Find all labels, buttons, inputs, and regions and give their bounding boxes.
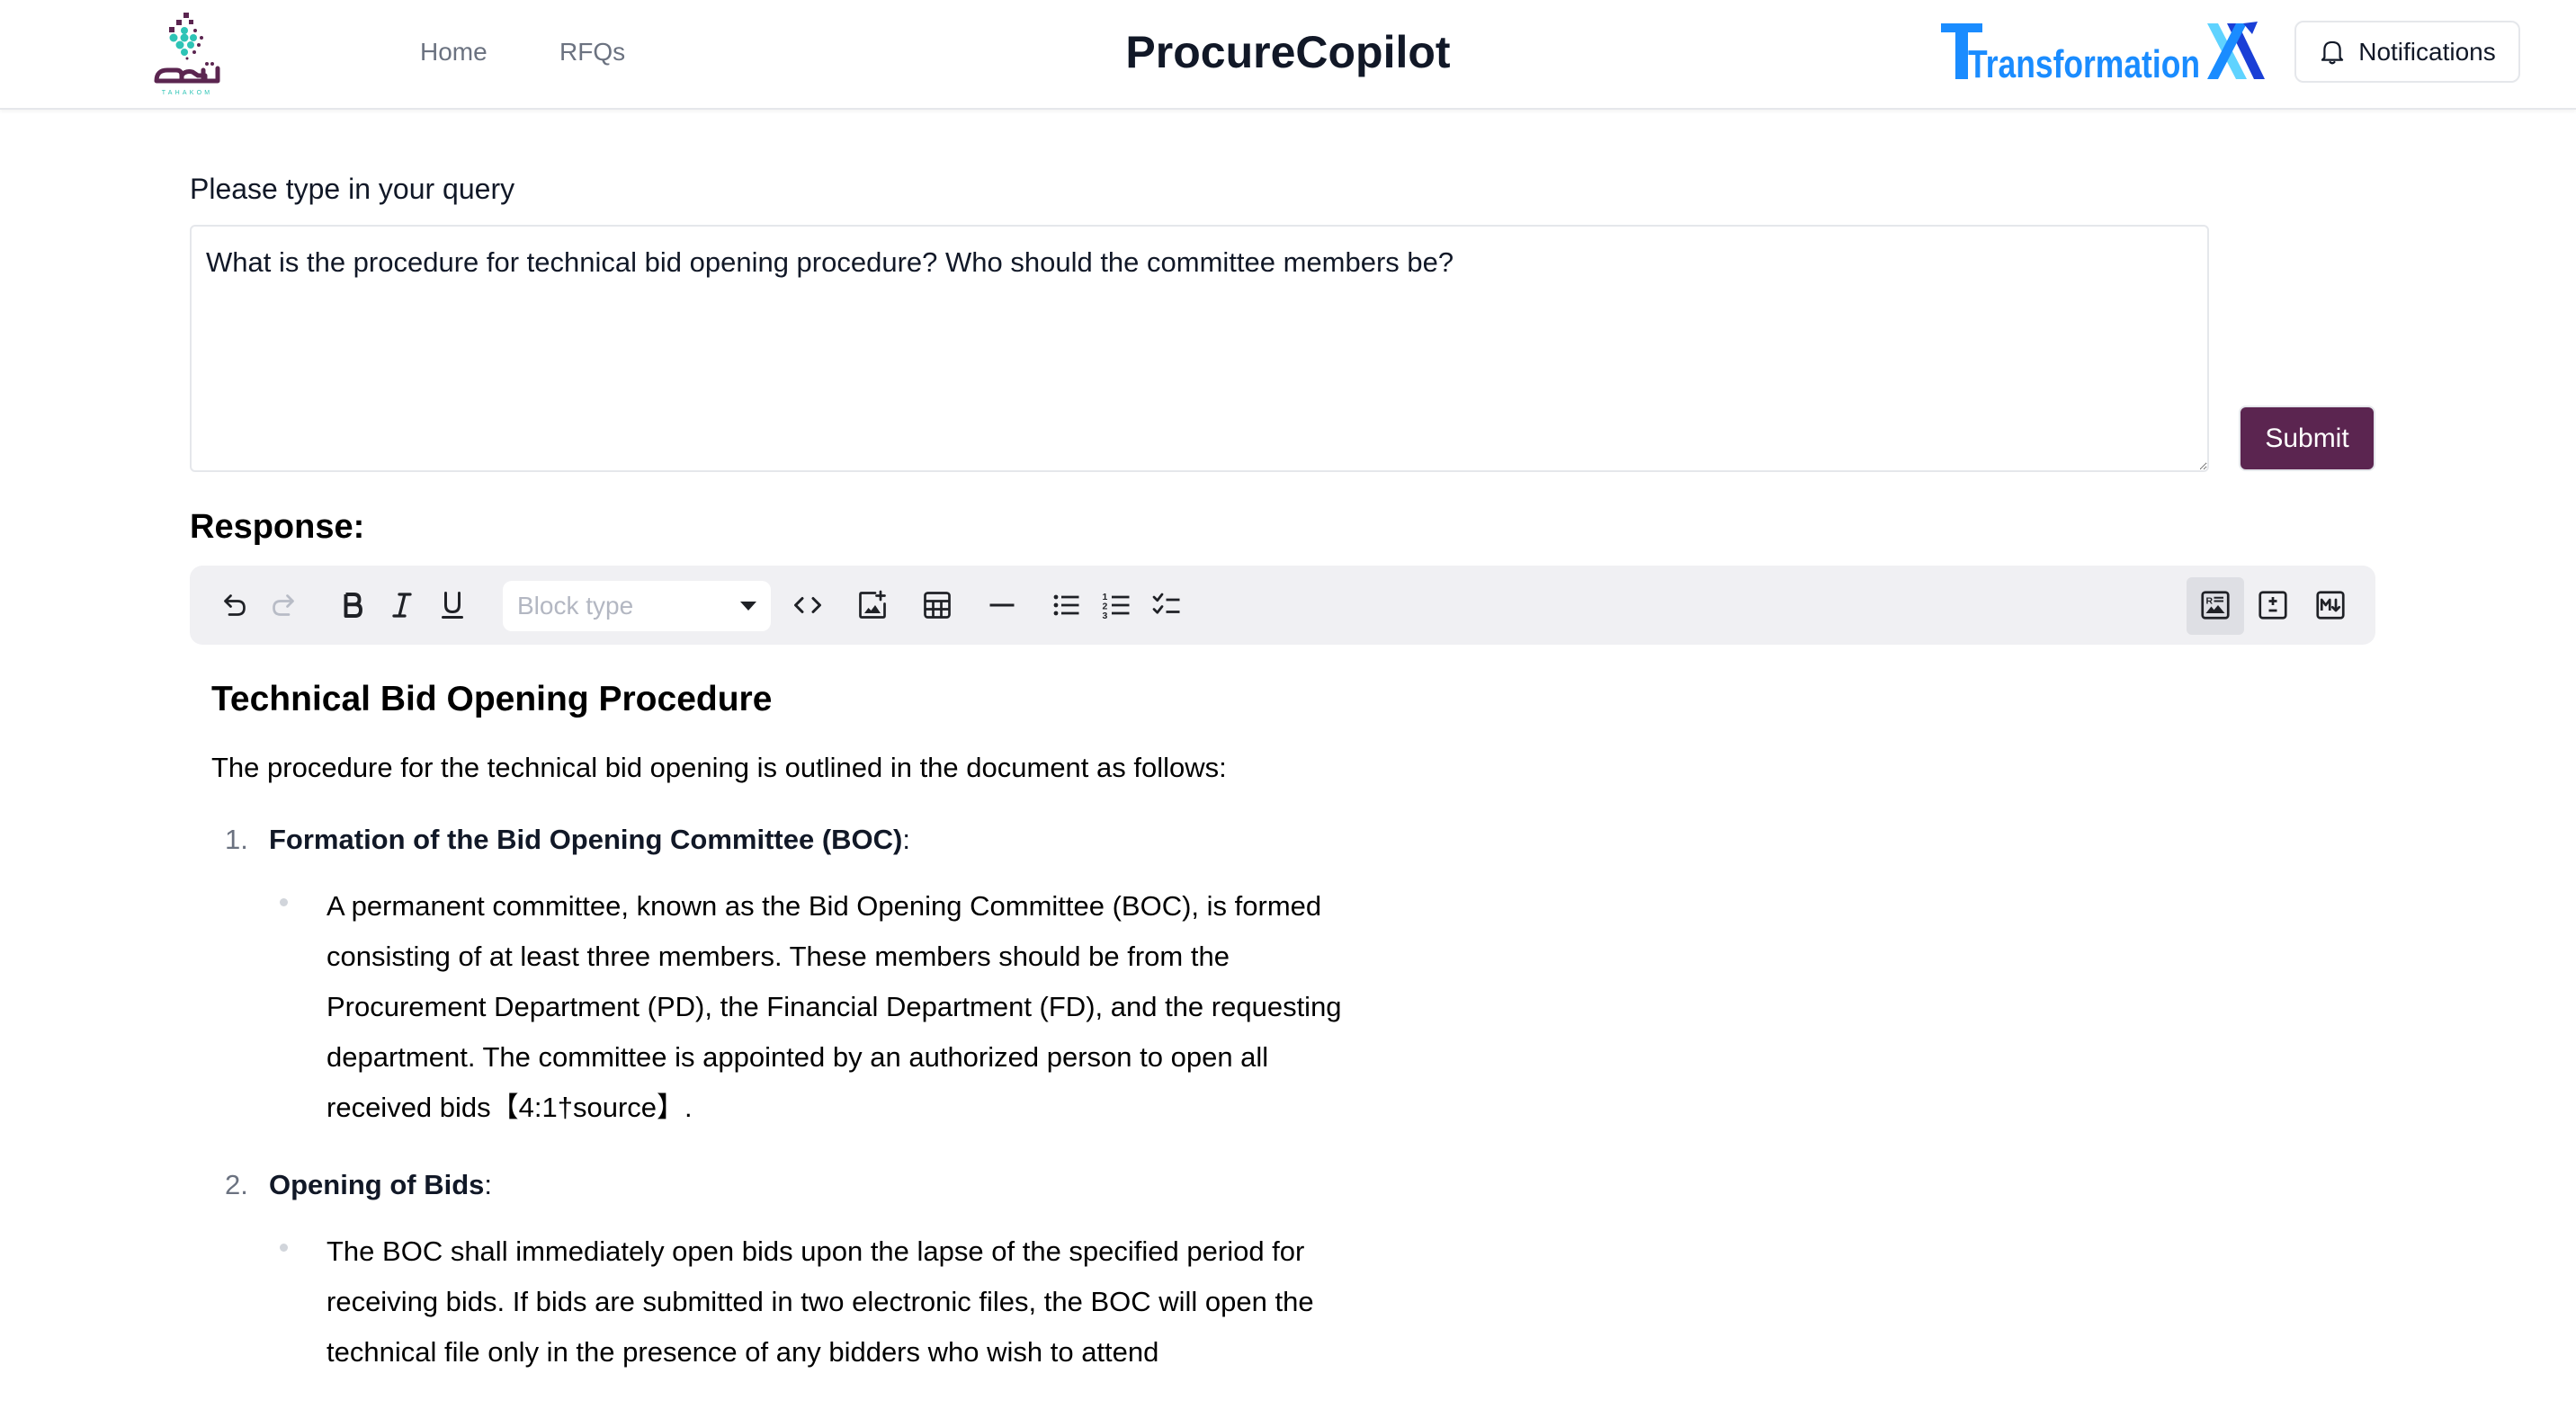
step-bullet: The BOC shall immediately open bids upon… — [269, 1226, 1381, 1378]
numbered-list-button[interactable]: 123 — [1097, 585, 1137, 625]
table-icon — [924, 592, 951, 619]
code-block-button[interactable] — [788, 585, 827, 625]
bold-button[interactable] — [333, 585, 372, 625]
response-heading: Response: — [190, 508, 365, 546]
step-title: Formation of the Bid Opening Committee (… — [269, 824, 903, 855]
step-heading: Opening of Bids: — [269, 1165, 1381, 1205]
response-document[interactable]: Technical Bid Opening Procedure The proc… — [211, 665, 1381, 1378]
step-title-suffix: : — [484, 1169, 492, 1200]
step-heading: Formation of the Bid Opening Committee (… — [269, 820, 1381, 860]
insert-table-button[interactable] — [917, 585, 957, 625]
chevron-down-icon — [740, 602, 756, 611]
transformation-x-logo: Transformation — [1941, 22, 2265, 86]
procedure-step: 1. Formation of the Bid Opening Committe… — [211, 820, 1381, 1133]
code-icon — [794, 597, 821, 613]
svg-text:3: 3 — [1103, 611, 1108, 621]
step-number: 1. — [225, 824, 248, 855]
nav-rfqs-link[interactable]: RFQs — [559, 36, 625, 68]
tahakom-caption: TAHAKOM — [162, 90, 213, 96]
underline-icon — [442, 592, 463, 619]
top-nav-bar: TAHAKOM Home RFQs ProcureCopilot Transfo… — [0, 0, 2576, 110]
submit-button[interactable]: Submit — [2239, 406, 2375, 471]
bullet-dot-icon — [280, 898, 288, 906]
step-number: 2. — [225, 1169, 248, 1200]
underline-button[interactable] — [433, 585, 472, 625]
redo-icon — [273, 594, 294, 616]
checklist-button[interactable] — [1148, 585, 1187, 625]
undo-icon — [224, 594, 246, 616]
step-title-suffix: : — [902, 824, 910, 855]
svg-text:R: R — [2206, 596, 2214, 607]
horizontal-rule-icon — [989, 603, 1015, 607]
query-input[interactable]: What is the procedure for technical bid … — [190, 225, 2209, 472]
diff-view-button[interactable] — [2253, 585, 2293, 625]
italic-button[interactable] — [382, 585, 422, 625]
insert-image-icon — [859, 590, 886, 619]
bullet-list-button[interactable] — [1047, 585, 1087, 625]
rich-text-view-button[interactable]: R — [2196, 585, 2235, 625]
checklist-icon — [1152, 593, 1180, 614]
insert-image-button[interactable] — [853, 585, 892, 625]
query-label: Please type in your query — [190, 173, 515, 205]
step-bullet-text: A permanent committee, known as the Bid … — [326, 890, 1342, 1123]
document-intro: The procedure for the technical bid open… — [211, 752, 1227, 783]
numbered-list-icon: 123 — [1103, 592, 1130, 621]
partner-logo-text: Transformation — [1968, 42, 2200, 81]
step-bullet: A permanent committee, known as the Bid … — [269, 881, 1381, 1133]
rich-text-view-icon: R — [2201, 591, 2230, 620]
undo-button[interactable] — [215, 585, 255, 625]
editor-toolbar: Block type 123 R — [190, 566, 2375, 645]
bell-icon — [2321, 40, 2344, 64]
tahakom-logo-mark: TAHAKOM — [154, 13, 220, 96]
bullet-list-icon — [1053, 594, 1079, 616]
notifications-button[interactable]: Notifications — [2294, 21, 2520, 83]
diff-view-icon — [2258, 591, 2287, 620]
block-type-placeholder: Block type — [517, 592, 634, 620]
nav-home-link[interactable]: Home — [420, 36, 487, 68]
bold-icon — [344, 593, 362, 618]
markdown-view-icon — [2316, 591, 2345, 620]
step-title: Opening of Bids — [269, 1169, 485, 1200]
step-bullet-text: The BOC shall immediately open bids upon… — [326, 1235, 1314, 1368]
procedure-step: 2. Opening of Bids: The BOC shall immedi… — [211, 1165, 1381, 1378]
markdown-view-button[interactable] — [2311, 585, 2350, 625]
italic-icon — [392, 593, 412, 618]
block-type-select[interactable]: Block type — [503, 581, 771, 631]
redo-button[interactable] — [264, 585, 303, 625]
horizontal-rule-button[interactable] — [982, 585, 1022, 625]
tahakom-logo[interactable]: TAHAKOM — [144, 11, 230, 97]
notifications-label: Notifications — [2358, 37, 2496, 66]
document-title: Technical Bid Opening Procedure — [211, 680, 773, 718]
bullet-dot-icon — [280, 1244, 288, 1252]
